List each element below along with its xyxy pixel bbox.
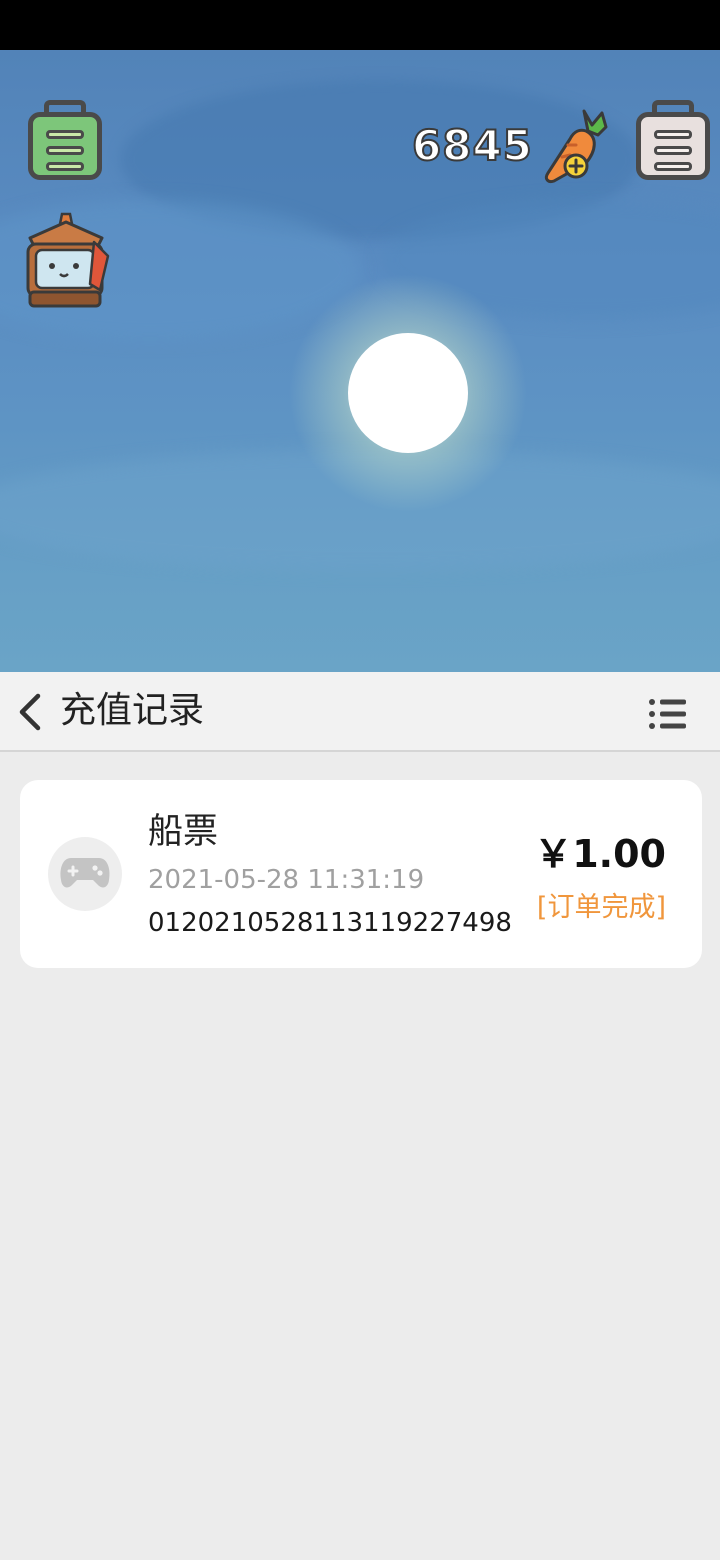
status-badge: [订单完成] [536,892,666,923]
green-list-badge-icon[interactable] [28,100,102,182]
moon [348,333,468,453]
shrine-character-icon[interactable] [20,212,112,310]
recharge-panel: 充值记录 船票 2021-05-28 11:31:19 012021052811… [0,672,720,1560]
coin-count: 6845 [411,120,533,171]
page-title: 充值记录 [60,690,205,731]
list-item[interactable]: 船票 2021-05-28 11:31:19 01202105281131192… [20,780,702,968]
item-time: 2021-05-28 11:31:19 [148,865,425,895]
gamepad-icon [48,837,122,911]
status-bar [0,0,720,50]
order-id: 012021052811311922749​8 [148,908,512,938]
game-scene[interactable]: 6845 [0,50,720,672]
white-list-badge-icon[interactable] [636,100,710,182]
chevron-left-icon[interactable] [6,686,54,738]
item-name: 船票 [148,812,219,852]
item-amount: ￥1.00 [534,832,666,876]
carrot-plus-icon[interactable] [540,105,612,185]
nav-bar: 充值记录 [0,672,720,752]
list-menu-icon[interactable] [640,692,692,736]
